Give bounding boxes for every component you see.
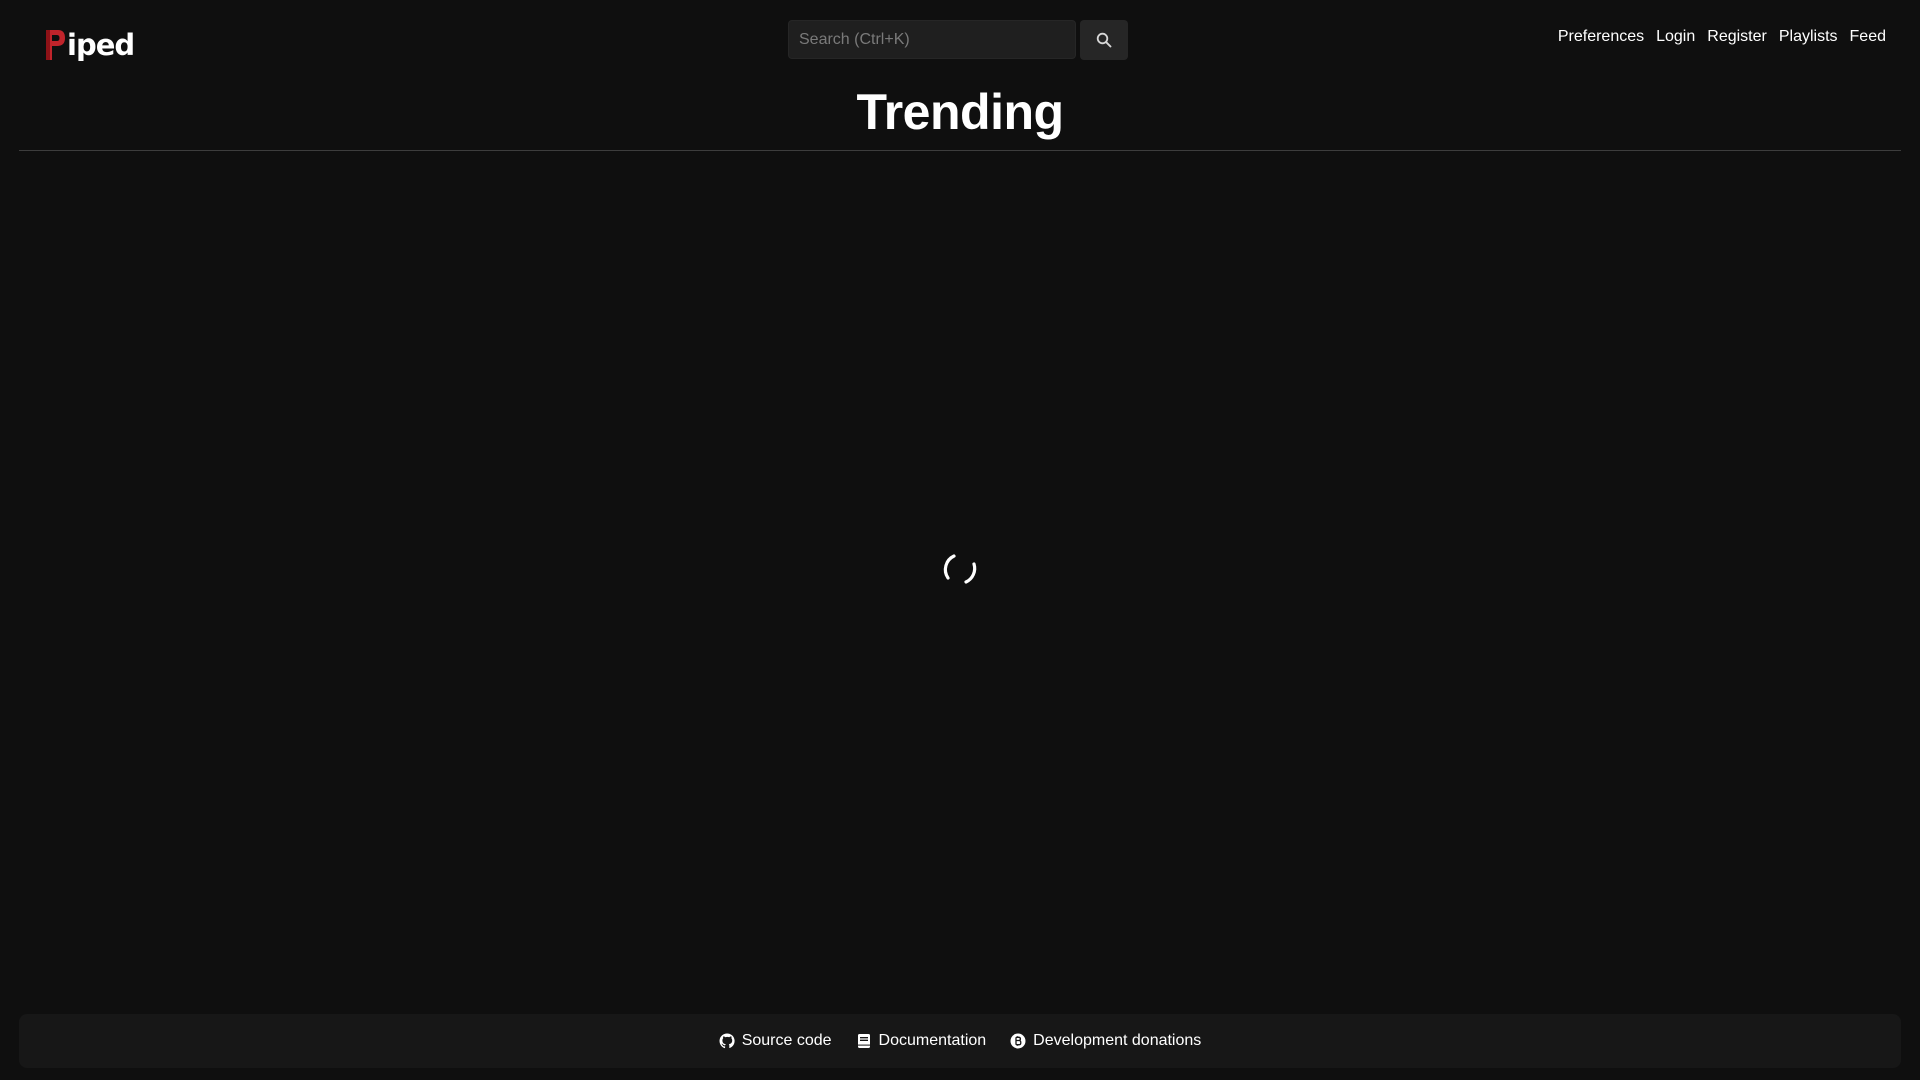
nav-preferences[interactable]: Preferences (1558, 28, 1644, 46)
nav-feed[interactable]: Feed (1850, 28, 1886, 46)
header: iped Preferences Login Register Playlist… (0, 0, 1920, 80)
search-icon (1096, 32, 1112, 48)
search-button[interactable] (1080, 20, 1128, 60)
top-nav: Preferences Login Register Playlists Fee… (1558, 28, 1886, 46)
footer-link-donations[interactable]: Development donations (1010, 1032, 1201, 1050)
footer-link-label: Documentation (878, 1032, 987, 1049)
app-root: iped Preferences Login Register Playlist… (0, 0, 1920, 1080)
nav-login[interactable]: Login (1656, 28, 1695, 46)
book-icon (857, 1034, 870, 1048)
github-icon (719, 1033, 735, 1049)
logo[interactable]: iped (44, 22, 135, 62)
loading-spinner-icon (943, 554, 977, 584)
nav-playlists[interactable]: Playlists (1779, 28, 1838, 46)
footer-link-documentation[interactable]: Documentation (856, 1032, 987, 1050)
footer: Source code Documentation Development do… (19, 1014, 1901, 1068)
piped-logo-icon (46, 30, 65, 60)
footer-link-label: Source code (741, 1032, 832, 1049)
title-divider (19, 150, 1901, 151)
logo-text: iped (67, 28, 135, 62)
footer-link-source-code[interactable]: Source code (719, 1032, 832, 1050)
search-bar (788, 20, 1128, 60)
bitcoin-icon (1010, 1033, 1026, 1049)
nav-register[interactable]: Register (1707, 28, 1767, 46)
search-input[interactable] (788, 20, 1076, 59)
page-title: Trending (856, 84, 1064, 140)
footer-link-label: Development donations (1033, 1032, 1202, 1049)
